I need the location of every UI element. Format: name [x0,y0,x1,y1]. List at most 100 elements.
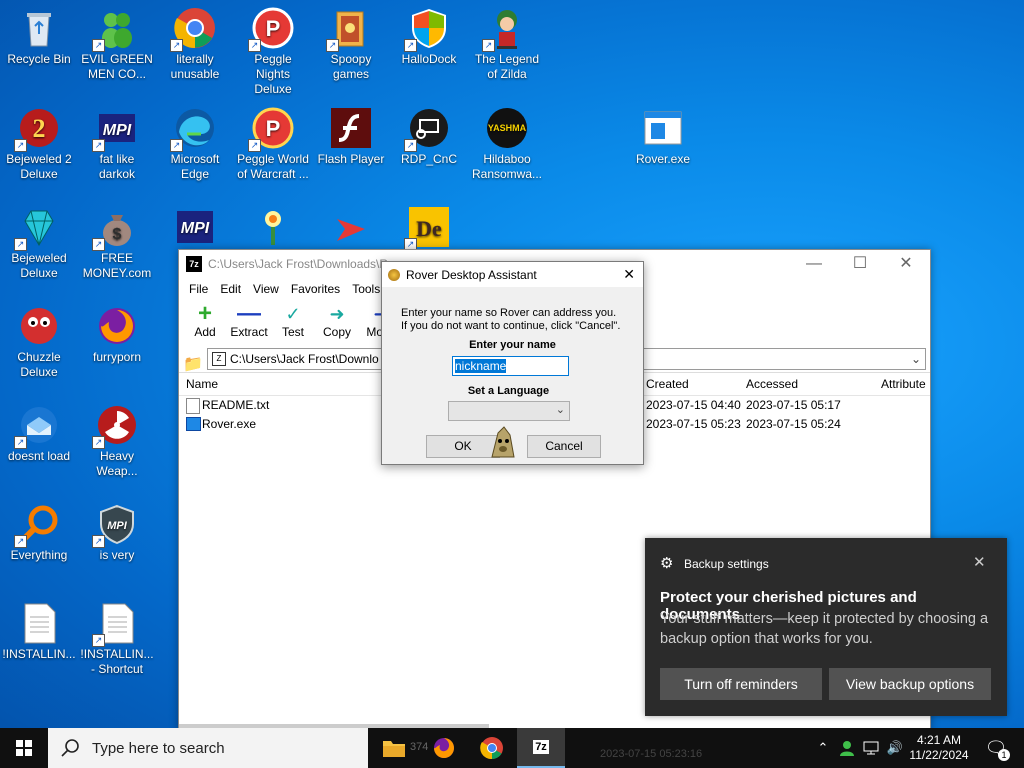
desktop-icon-everything[interactable]: ↗ Everything [0,496,78,563]
folder-up-icon[interactable]: 📁 [183,354,203,374]
chevron-down-icon[interactable]: ⌄ [911,352,921,366]
desktop-icon-rdp-cnc[interactable]: ↗ RDP_CnC [390,100,468,167]
desktop-icon-hallodock[interactable]: ↗ HalloDock [390,0,468,67]
icon-label: Peggle World of Warcraft ... [237,152,309,181]
person-icon [840,741,854,756]
volume-tray-icon[interactable]: 🔊 [884,728,906,768]
taskbar-file-explorer[interactable]: 374 [370,728,428,768]
desktop-icon-microsoft-edge[interactable]: ↗ Microsoft Edge [156,100,234,182]
desktop-icon-flash-player[interactable]: Flash Player [312,100,390,167]
executable-icon [641,106,685,150]
icon-label: fat like darkok [98,152,136,181]
mpi-icon: MPI ↗ [92,106,139,152]
taskbar-chrome[interactable] [468,728,516,768]
network-tray-icon[interactable] [860,728,882,768]
icon-label: RDP_CnC [400,152,457,166]
desktop-icon-heavy-weapon[interactable]: ↗ Heavy Weap... [78,397,156,479]
menu-view[interactable]: View [247,282,285,296]
desktop-icon-recycle-bin[interactable]: Recycle Bin [0,0,78,67]
cancel-button[interactable]: Cancel [527,435,601,458]
desktop-icon-de-partial[interactable]: De ↗ [390,199,468,251]
desktop-icon-chuzzle[interactable]: Chuzzle Deluxe [0,298,78,380]
file-name: Rover.exe [202,417,257,431]
desktop-icon-bejeweled-deluxe[interactable]: ↗ Bejeweled Deluxe [0,199,78,281]
icon-label: literally unusable [170,52,220,81]
extract-button[interactable]: — Extract [227,300,271,346]
icon-label: Chuzzle Deluxe [17,350,61,379]
add-button[interactable]: + Add [183,300,227,346]
file-created: 2023-07-15 05:23 [646,417,741,431]
desktop-icon-fat-like-darkok[interactable]: MPI ↗ fat like darkok [78,100,156,182]
desktop-icon-chrome[interactable]: ↗ literally unusable [156,0,234,82]
shortcut-arrow-icon: ↗ [14,535,27,548]
dialog-titlebar[interactable]: Rover Desktop Assistant ✕ [382,262,643,287]
language-select[interactable]: ⌄ [448,401,570,421]
start-button[interactable] [0,728,48,768]
dialog-message-line1: Enter your name so Rover can address you… [401,307,617,319]
firefox-icon [434,738,454,758]
close-icon[interactable]: ✕ [973,553,986,571]
shortcut-arrow-icon: ↗ [248,139,261,152]
ransomware-icon: YASHMA [485,106,529,150]
minimize-icon[interactable]: — [791,250,837,278]
desktop-icon-red-arrow-partial[interactable] [312,199,390,251]
check-icon: ✓ [285,304,301,324]
close-icon[interactable]: ✕ [623,266,635,283]
search-icon [61,739,79,757]
text-file-icon [17,601,61,645]
desktop-icon-hildaboo[interactable]: YASHMA Hildaboo Ransomwa... [468,100,546,182]
taskbar-firefox[interactable] [420,728,468,768]
copy-button[interactable]: ➜ Copy [315,300,359,346]
view-backup-options-button[interactable]: View backup options [829,668,991,700]
shortcut-arrow-icon: ↗ [92,238,105,251]
desktop-icon-is-very[interactable]: MPI ↗ is very [78,496,156,563]
menu-favorites[interactable]: Favorites [285,282,346,296]
desktop-icon-furryporn[interactable]: furryporn [78,298,156,365]
desktop-icon-rover-exe[interactable]: Rover.exe [624,100,702,167]
desktop-icon-installing[interactable]: !INSTALLIN... [0,595,78,662]
desktop-icon-legend-of-zilda[interactable]: ↗ The Legend of Zilda [468,0,546,82]
taskbar-7zip[interactable]: 7z [517,728,565,768]
desktop-icon-doesnt-load[interactable]: ↗ doesnt load [0,397,78,464]
desktop-icon-plant-partial[interactable] [234,199,312,251]
column-accessed[interactable]: Accessed [746,377,798,391]
flower-icon [251,205,295,249]
desktop-icon-evil-green-men[interactable]: ↗ EVIL GREEN MEN CO... [78,0,156,82]
shortcut-arrow-icon: ↗ [14,139,27,152]
chrome-icon [480,737,503,760]
column-name[interactable]: Name [186,377,218,391]
icon-label: Recycle Bin [7,52,71,66]
taskbar-search[interactable]: Type here to search [48,728,368,768]
desktop-icon-free-money[interactable]: $ ↗ FREE MONEY.com [78,199,156,281]
desktop-icon-peggle-nights[interactable]: P ↗ Peggle Nights Deluxe [234,0,312,97]
menu-edit[interactable]: Edit [214,282,247,296]
show-hidden-icons[interactable]: ⌃ [812,728,834,768]
action-center-button[interactable]: 🗨 1 [976,728,1016,768]
green-men-icon: ↗ [92,6,139,52]
desktop-icon-bejeweled-2[interactable]: 2 ↗ Bejeweled 2 Deluxe [0,100,78,182]
column-attributes[interactable]: Attribute [881,377,926,391]
maximize-icon[interactable]: ☐ [837,250,883,278]
svg-text:YASHMA: YASHMA [488,123,527,133]
plus-icon: + [197,300,212,327]
name-field[interactable]: nickname [452,356,569,376]
close-icon[interactable]: ✕ [883,250,929,278]
desktop-icon-installing-shortcut[interactable]: ↗ !INSTALLIN... - Shortcut [78,595,156,677]
menu-file[interactable]: File [183,282,214,296]
shield-icon: ↗ [404,6,451,52]
radiation-icon: ↗ [92,403,139,449]
clock[interactable]: 4:21 AM 11/22/2024 [906,728,972,768]
svg-text:2: 2 [33,114,46,143]
svg-text:MPI: MPI [181,220,210,237]
icon-label: is very [99,548,135,562]
chuzzle-icon [17,304,61,348]
desktop-icon-spoopy-games[interactable]: ↗ Spoopy games [312,0,390,82]
column-created[interactable]: Created [646,377,689,391]
notification-count: 1 [998,749,1010,761]
gem-icon: ↗ [14,205,61,251]
user-tray-icon[interactable] [836,728,858,768]
test-button[interactable]: ✓ Test [271,300,315,346]
svg-text:MPI: MPI [103,122,132,139]
desktop-icon-peggle-world[interactable]: P ↗ Peggle World of Warcraft ... [234,100,312,182]
turn-off-reminders-button[interactable]: Turn off reminders [660,668,822,700]
